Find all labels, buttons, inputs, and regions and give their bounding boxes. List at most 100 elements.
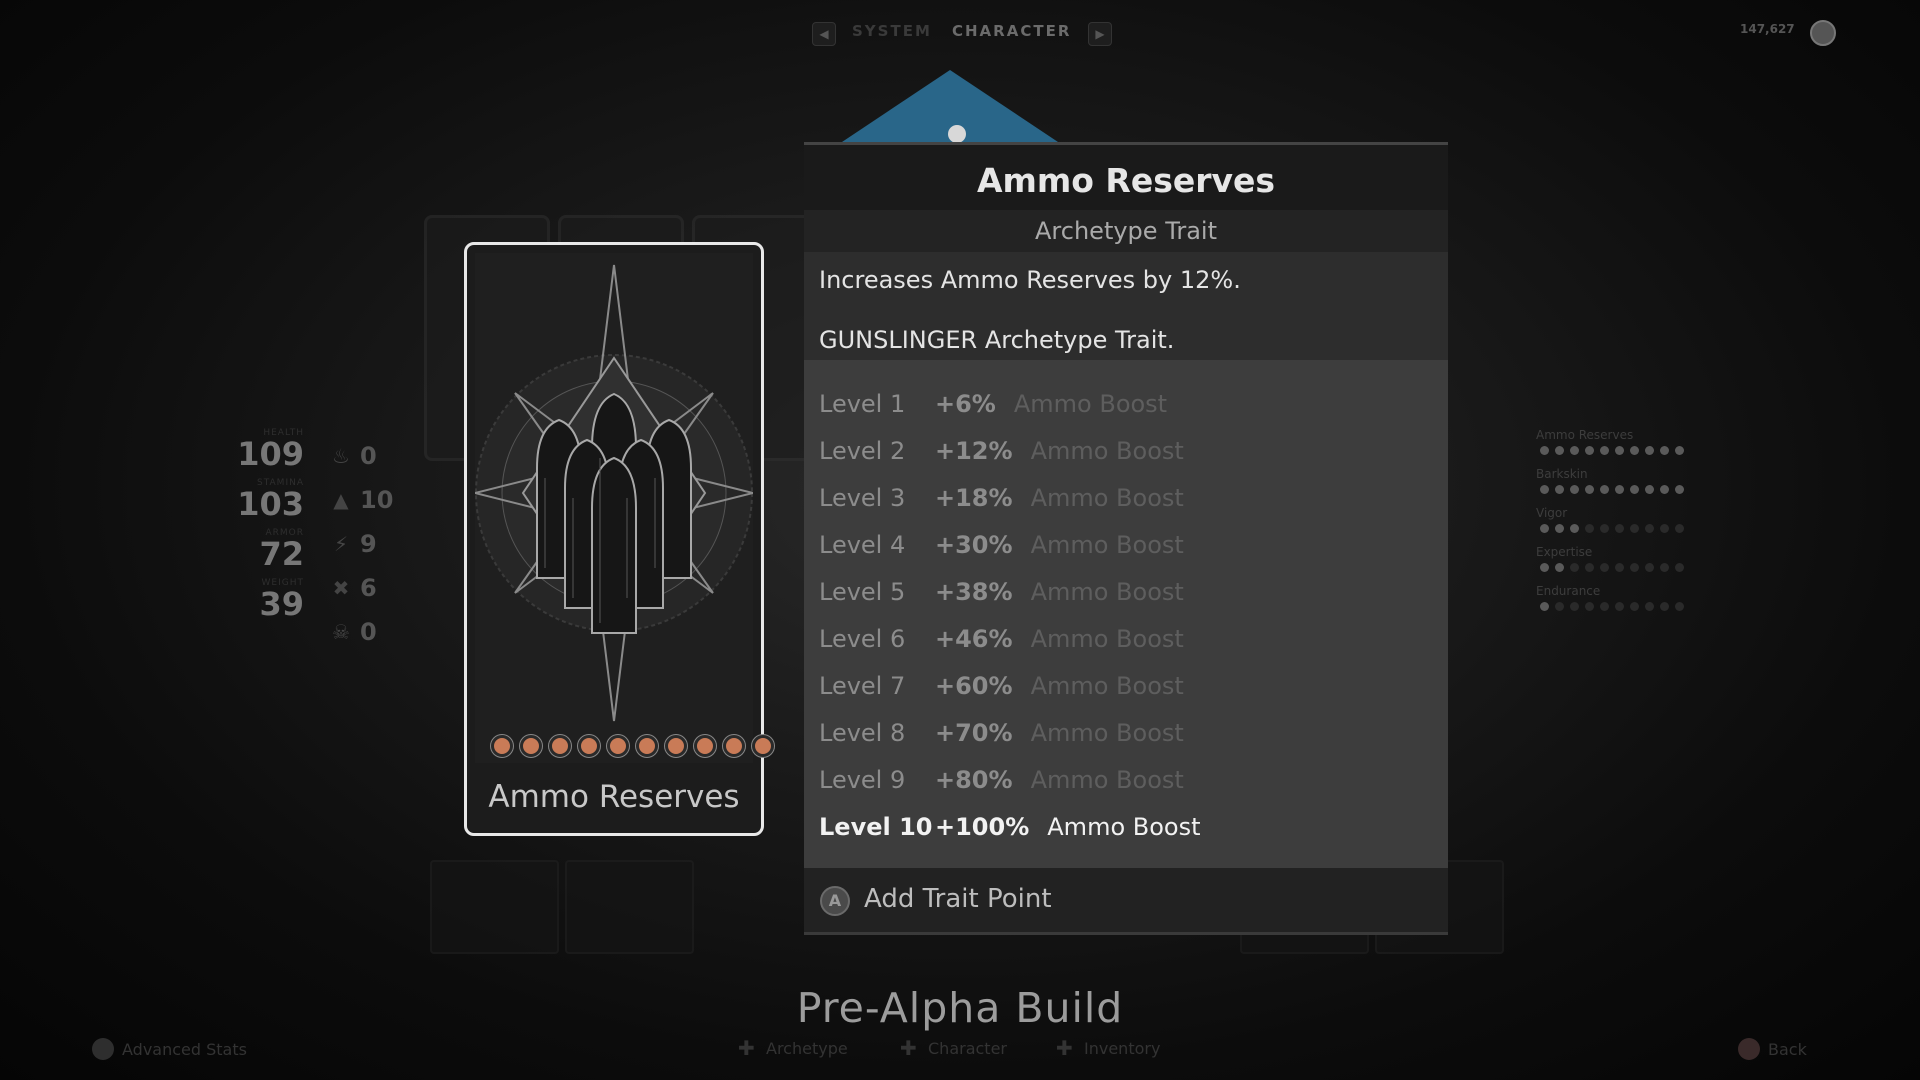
level-dot (1645, 602, 1654, 611)
panel-title: Ammo Reserves (976, 161, 1276, 200)
panel-header: Ammo Reserves (804, 142, 1448, 213)
level-dot (1675, 485, 1684, 494)
prev-tab-button[interactable]: ◀ (812, 22, 836, 46)
back-hint[interactable]: Back (1738, 1038, 1807, 1060)
build-watermark: Pre-Alpha Build (796, 984, 1124, 1032)
level-dot (1540, 485, 1549, 494)
stat-value-weight: 39 (259, 585, 304, 623)
level-dot (1555, 563, 1564, 572)
bullets-icon (475, 253, 753, 763)
level-row-current: Level 10 +100% Ammo Boost (819, 813, 1201, 841)
stick-button-icon (92, 1038, 114, 1060)
level-dot (1630, 485, 1639, 494)
dpad-icon: ✚ (1056, 1036, 1073, 1060)
level-dot (1615, 446, 1624, 455)
level-dot (1675, 524, 1684, 533)
trait-list: Ammo Reserves Barkskin Vigor Expertise E… (1536, 428, 1756, 623)
stat-value-health: 109 (237, 435, 304, 473)
stat-value-armor: 72 (259, 535, 304, 573)
level-row: Level 7 +60% Ammo Boost (819, 672, 1184, 700)
level-pip (665, 735, 687, 757)
level-pip (636, 735, 658, 757)
tab-character[interactable]: CHARACTER (952, 22, 1071, 40)
b-button-icon (1738, 1038, 1760, 1060)
level-dot (1570, 485, 1579, 494)
level-dot (1540, 446, 1549, 455)
level-dot (1555, 524, 1564, 533)
dpad-icon: ✚ (900, 1036, 917, 1060)
level-dot (1645, 485, 1654, 494)
level-dot (1630, 524, 1639, 533)
level-dot (1555, 485, 1564, 494)
trait-row[interactable]: Ammo Reserves (1536, 428, 1756, 455)
top-navigation: ◀ SYSTEM CHARACTER ▶ (0, 18, 1920, 48)
advanced-stats-hint[interactable]: Advanced Stats (92, 1038, 247, 1060)
trait-detail-panel: Ammo Reserves Archetype Trait Increases … (804, 142, 1448, 936)
level-dot (1660, 563, 1669, 572)
level-dot (1630, 602, 1639, 611)
skull-icon: ☠ (332, 620, 350, 644)
add-trait-point-button[interactable]: A Add Trait Point (804, 868, 1448, 935)
archetype-note: GUNSLINGER Archetype Trait. (819, 326, 1175, 354)
resistance-bleed: ✖ 6 (330, 574, 377, 602)
level-dot (1660, 485, 1669, 494)
level-dot (1630, 563, 1639, 572)
level-pip (723, 735, 745, 757)
level-pip (752, 735, 774, 757)
panel-subtitle: Archetype Trait (804, 210, 1448, 252)
level-row: Level 2 +12% Ammo Boost (819, 437, 1184, 465)
level-pip (549, 735, 571, 757)
trait-level-dots (1540, 563, 1756, 572)
next-tab-button[interactable]: ▶ (1088, 22, 1112, 46)
level-dot (1660, 446, 1669, 455)
currency-amount: 147,627 (1740, 22, 1795, 36)
trait-level-dots (1540, 524, 1756, 533)
trait-level-dots (1540, 602, 1756, 611)
level-dot (1675, 563, 1684, 572)
level-dot (1675, 446, 1684, 455)
level-row: Level 5 +38% Ammo Boost (819, 578, 1184, 606)
level-dot (1540, 524, 1549, 533)
card-title: Ammo Reserves (488, 779, 740, 815)
trait-row[interactable]: Expertise (1536, 545, 1756, 572)
bleed-icon: ✖ (332, 576, 350, 600)
archetype-hint[interactable]: ✚ Archetype (738, 1038, 848, 1058)
tab-system[interactable]: SYSTEM (852, 22, 932, 40)
level-dot (1570, 524, 1579, 533)
level-dot (1615, 602, 1624, 611)
inventory-hint[interactable]: ✚ Inventory (1056, 1038, 1160, 1058)
scrap-currency-icon (1810, 20, 1836, 46)
level-dot (1585, 485, 1594, 494)
level-dot (1600, 524, 1609, 533)
trait-row[interactable]: Vigor (1536, 506, 1756, 533)
resistance-fire: ♨ 0 (330, 442, 377, 470)
level-pip (491, 735, 513, 757)
trait-slot[interactable] (430, 860, 559, 954)
shock-icon: ⚡ (333, 532, 349, 556)
resistance-acid: ▲ 10 (330, 486, 393, 514)
trait-row[interactable]: Endurance (1536, 584, 1756, 611)
level-row: Level 9 +80% Ammo Boost (819, 766, 1184, 794)
level-dot (1585, 524, 1594, 533)
level-dot (1540, 602, 1549, 611)
trait-slot[interactable] (565, 860, 694, 954)
fire-icon: ♨ (332, 444, 350, 468)
level-pip (578, 735, 600, 757)
trait-description: Increases Ammo Reserves by 12%. (819, 266, 1241, 294)
panel-description: Increases Ammo Reserves by 12%. GUNSLING… (804, 252, 1448, 360)
level-dot (1645, 446, 1654, 455)
character-hint[interactable]: ✚ Character (900, 1038, 1007, 1058)
add-trait-point-label: Add Trait Point (864, 884, 1052, 914)
level-dot (1660, 602, 1669, 611)
trait-row[interactable]: Barkskin (1536, 467, 1756, 494)
level-list: Level 1 +6% Ammo Boost Level 2 +12% Ammo Boo… (804, 360, 1448, 868)
level-dot (1585, 563, 1594, 572)
resistance-blight: ☠ 0 (330, 618, 377, 646)
level-dot (1570, 563, 1579, 572)
dpad-icon: ✚ (738, 1036, 755, 1060)
selected-trait-card[interactable]: Ammo Reserves (464, 242, 774, 836)
trait-level-dots (1540, 485, 1756, 494)
level-dot (1615, 563, 1624, 572)
level-dot (1570, 446, 1579, 455)
resistance-shock: ⚡ 9 (330, 530, 377, 558)
